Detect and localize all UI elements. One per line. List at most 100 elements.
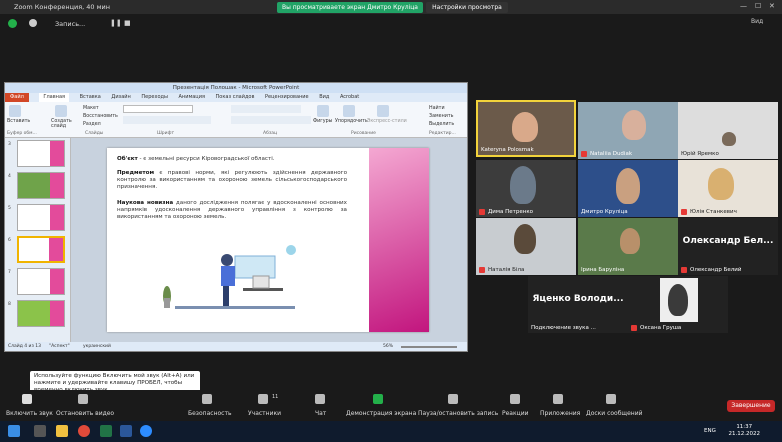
video-tile[interactable]: Nataliia Dudiak	[578, 102, 678, 159]
video-tile[interactable]: Дима Петренко	[476, 160, 576, 217]
video-tile-no-video[interactable]: Олександр Бел... Олександр Белий	[678, 218, 778, 275]
new-slide-button[interactable]: Создать слайд	[51, 119, 73, 129]
reactions-icon[interactable]	[510, 394, 520, 404]
shapes-icon[interactable]	[317, 105, 329, 117]
tab-review[interactable]: Рецензирование	[265, 93, 309, 102]
section-button[interactable]: Раздел	[83, 122, 101, 127]
new-slide-icon[interactable]	[55, 105, 67, 117]
pause-recording-icon[interactable]: ❚❚	[110, 19, 122, 27]
slide-thumbnail[interactable]	[17, 300, 65, 327]
video-tile-no-video[interactable]: Яценко Володи... Подключение звука ...	[528, 276, 628, 333]
select-button[interactable]: Выделить	[429, 122, 454, 127]
zoom-app-icon[interactable]	[140, 425, 152, 437]
participants-icon[interactable]	[258, 394, 268, 404]
video-tile[interactable]: Ірина Баруліна	[578, 218, 678, 275]
word-icon[interactable]	[120, 425, 132, 437]
quick-styles-icon[interactable]	[377, 105, 389, 117]
clock-time: 11:37	[736, 424, 753, 430]
participant-face	[722, 132, 736, 146]
reset-button[interactable]: Восстановить	[83, 114, 118, 119]
group-editing: Редактир...	[429, 131, 456, 136]
video-tile[interactable]: Наталія Біла	[476, 218, 576, 275]
tab-view[interactable]: Вид	[319, 93, 329, 102]
slide-thumbnail-selected[interactable]	[17, 236, 65, 263]
tab-transitions[interactable]: Переходы	[141, 93, 168, 102]
view-button[interactable]: Вид	[751, 18, 763, 25]
tab-slideshow[interactable]: Показ слайдов	[216, 93, 255, 102]
end-meeting-button[interactable]: Завершение	[727, 400, 775, 412]
whiteboard-icon[interactable]	[606, 394, 616, 404]
stop-recording-icon[interactable]: ■	[124, 19, 131, 27]
slide-thumbnail[interactable]	[17, 204, 65, 231]
task-view-icon[interactable]	[34, 425, 46, 437]
paste-icon[interactable]	[9, 105, 21, 117]
windows-start-icon[interactable]	[8, 425, 20, 437]
tab-file[interactable]: Файл	[5, 93, 29, 102]
stop-video-button[interactable]: Остановить видео	[56, 410, 114, 417]
quick-styles-button[interactable]: Экспресс-стили	[367, 119, 407, 124]
arrange-button[interactable]: Упорядочить	[335, 119, 368, 124]
chat-icon[interactable]	[315, 394, 325, 404]
security-shield-icon	[8, 19, 17, 28]
pause-recording-icon[interactable]	[448, 394, 458, 404]
current-slide[interactable]: Об'єкт - є земельні ресурси Кіровоградсь…	[107, 148, 429, 332]
language-indicator[interactable]: ENG	[704, 428, 716, 434]
recording-icon	[29, 19, 37, 27]
zoom-slider[interactable]	[401, 346, 457, 348]
participant-face	[708, 168, 734, 200]
participant-face	[620, 228, 640, 254]
chat-button[interactable]: Чат	[315, 410, 326, 417]
participant-name: Дмитро Круліца	[581, 209, 628, 215]
security-button[interactable]: Безопасность	[188, 410, 232, 417]
slide-thumbnail[interactable]	[17, 268, 65, 295]
font-family-select[interactable]	[123, 105, 193, 113]
object-label: Об'єкт	[117, 156, 138, 162]
slide-thumbnail[interactable]	[17, 172, 65, 199]
shapes-button[interactable]: Фигуры	[313, 119, 332, 124]
system-clock[interactable]: 11:37 21.12.2022	[729, 424, 761, 438]
pause-recording-button[interactable]: Пауза/остановить запись	[418, 410, 498, 417]
video-tile[interactable]: Юлія Станкевич	[678, 160, 778, 217]
share-screen-icon[interactable]	[373, 394, 383, 404]
replace-button[interactable]: Заменить	[429, 114, 453, 119]
find-button[interactable]: Найти	[429, 106, 445, 111]
layout-button[interactable]: Макет	[83, 106, 99, 111]
arrange-icon[interactable]	[343, 105, 355, 117]
file-explorer-icon[interactable]	[56, 425, 68, 437]
security-icon[interactable]	[202, 394, 212, 404]
video-tile-active-speaker[interactable]: Kateryna Polosmak	[476, 100, 576, 157]
participant-name: Юлія Станкевич	[690, 209, 737, 215]
participant-name: Олександр Белий	[690, 267, 742, 273]
apps-icon[interactable]	[553, 394, 563, 404]
whiteboards-button[interactable]: Доски сообщений	[586, 410, 643, 417]
maximize-icon[interactable]: ☐	[755, 2, 761, 10]
paste-button[interactable]: Вставить	[7, 119, 30, 124]
microphone-muted-icon[interactable]	[22, 394, 32, 404]
video-camera-icon[interactable]	[78, 394, 88, 404]
participant-face	[514, 224, 536, 254]
font-format-buttons[interactable]	[123, 116, 211, 124]
apps-button[interactable]: Приложения	[540, 410, 580, 417]
tab-insert[interactable]: Вставка	[80, 93, 101, 102]
participants-button[interactable]: Участники	[248, 410, 281, 417]
group-paragraph: Абзац	[263, 131, 278, 136]
alignment-buttons[interactable]	[231, 116, 311, 124]
share-screen-button[interactable]: Демонстрация экрана	[346, 410, 416, 417]
tab-design[interactable]: Дизайн	[111, 93, 130, 102]
video-tile[interactable]: Дмитро Круліца	[578, 160, 678, 217]
video-tile[interactable]: Юрій Яремко	[678, 102, 778, 159]
view-options-button[interactable]: Настройки просмотра	[426, 2, 508, 13]
tab-animation[interactable]: Анимация	[179, 93, 205, 102]
reactions-button[interactable]: Реакции	[502, 410, 529, 417]
excel-icon[interactable]	[100, 425, 112, 437]
windows-taskbar: ENG 11:37 21.12.2022	[0, 421, 782, 442]
chrome-icon[interactable]	[78, 425, 90, 437]
close-icon[interactable]: ✕	[769, 2, 775, 10]
unmute-button[interactable]: Включить звук	[6, 410, 53, 417]
tab-acrobat[interactable]: Acrobat	[340, 93, 359, 102]
paragraph-buttons[interactable]	[231, 105, 301, 113]
minimize-icon[interactable]: —	[740, 2, 747, 10]
video-tile[interactable]: Оксана Груша	[628, 276, 728, 333]
tab-home[interactable]: Главная	[39, 93, 70, 102]
slide-thumbnail[interactable]	[17, 140, 65, 167]
